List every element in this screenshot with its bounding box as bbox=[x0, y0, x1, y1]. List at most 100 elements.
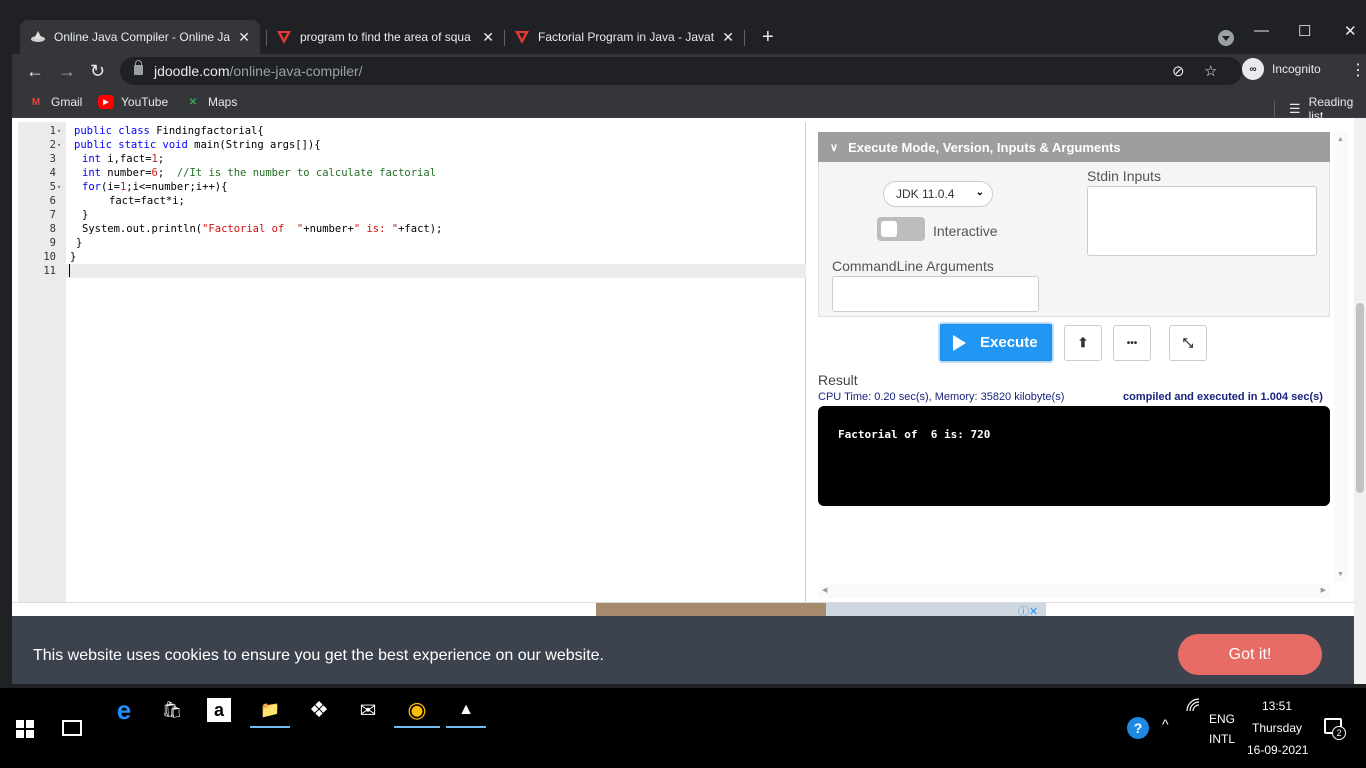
address-bar[interactable]: jdoodle.com/online-java-compiler/ ⊘ ☆ bbox=[120, 57, 1242, 85]
ad-close-icon[interactable]: ⓘ✕ bbox=[1018, 603, 1038, 616]
bookmark-gmail[interactable]: M Gmail bbox=[28, 95, 83, 109]
fold-arrow-icon[interactable]: ▾ bbox=[57, 138, 61, 152]
code-text: int number=6; //It is the number to calc… bbox=[82, 166, 436, 180]
lock-icon[interactable] bbox=[134, 60, 143, 75]
ad-image[interactable] bbox=[596, 603, 826, 616]
clock-time[interactable]: 13:51 bbox=[1262, 699, 1292, 713]
running-indicator bbox=[394, 726, 440, 728]
execution-panel: ∨ Execute Mode, Version, Inputs & Argume… bbox=[807, 118, 1343, 602]
windows-start-icon[interactable] bbox=[16, 720, 34, 738]
fold-arrow-icon[interactable]: ▾ bbox=[57, 180, 61, 194]
scroll-right-icon[interactable]: ▶ bbox=[1321, 586, 1326, 594]
tab-close-icon[interactable]: ✕ bbox=[238, 29, 250, 46]
page-scrollbar[interactable] bbox=[1354, 118, 1366, 688]
keyword: static bbox=[118, 139, 157, 151]
close-window-button[interactable]: ✕ bbox=[1344, 22, 1357, 40]
output-console[interactable]: Factorial of 6 is: 720 bbox=[818, 406, 1330, 506]
execute-button[interactable]: Execute bbox=[940, 324, 1052, 361]
edge-icon[interactable]: e bbox=[110, 695, 138, 725]
language-indicator[interactable]: ENG INTL bbox=[1209, 712, 1235, 746]
code-line[interactable]: 9 } bbox=[18, 236, 806, 250]
maximize-button[interactable]: ☐ bbox=[1298, 22, 1311, 40]
panel-vertical-scrollbar[interactable]: ▲ ▼ bbox=[1334, 132, 1348, 582]
task-view-icon[interactable] bbox=[62, 720, 82, 736]
keyword: class bbox=[118, 125, 150, 137]
keyword: public bbox=[74, 139, 112, 151]
more-options-button[interactable]: ••• bbox=[1113, 325, 1151, 361]
code-line[interactable]: 7 } bbox=[18, 208, 806, 222]
chrome-icon[interactable]: ◉ bbox=[403, 696, 431, 724]
code-line[interactable]: 1 ▾ public class Findingfactorial{ bbox=[18, 124, 806, 138]
tab-title: Online Java Compiler - Online Jav bbox=[54, 30, 231, 44]
bookmark-maps[interactable]: ✕ Maps bbox=[185, 95, 238, 109]
line-number: 7 bbox=[49, 209, 56, 221]
ad-image[interactable] bbox=[826, 603, 1046, 616]
code-text: System.out.println("Factorial of "+numbe… bbox=[82, 222, 442, 236]
settings-accordion-header[interactable]: ∨ Execute Mode, Version, Inputs & Argume… bbox=[818, 132, 1330, 162]
keyword: public bbox=[74, 125, 112, 137]
line-number: 3 bbox=[49, 153, 56, 165]
code-fragment: System.out.println( bbox=[82, 223, 203, 235]
code-text: } bbox=[82, 209, 89, 221]
photos-icon[interactable]: ▲ bbox=[452, 696, 480, 724]
dropbox-icon[interactable]: ❖ bbox=[305, 696, 333, 724]
code-line[interactable]: 6 fact=fact*i; bbox=[18, 194, 806, 208]
cmdline-args-input[interactable] bbox=[832, 276, 1039, 312]
stdin-input[interactable] bbox=[1087, 186, 1317, 256]
tab-title: Factorial Program in Java - Javatp bbox=[538, 30, 715, 44]
tab-search-icon[interactable] bbox=[1218, 30, 1234, 46]
browser-toolbar: ← → ↻ jdoodle.com/online-java-compiler/ … bbox=[12, 54, 1366, 88]
clock-day[interactable]: Thursday bbox=[1252, 721, 1302, 735]
tab-factorial-program[interactable]: Factorial Program in Java - Javatp ✕ bbox=[504, 20, 744, 54]
mail-icon[interactable]: ✉ bbox=[354, 696, 382, 724]
collapse-button[interactable]: ⤡ bbox=[1169, 325, 1207, 361]
tab-close-icon[interactable]: ✕ bbox=[722, 29, 734, 46]
upload-icon: ⬆ bbox=[1077, 335, 1089, 350]
scrollbar-thumb[interactable] bbox=[1356, 303, 1364, 493]
code-fragment: ;i<=number;i++){ bbox=[126, 181, 228, 193]
scroll-up-icon[interactable]: ▲ bbox=[1337, 136, 1344, 143]
tab-close-icon[interactable]: ✕ bbox=[482, 29, 494, 46]
code-editor[interactable]: 1 ▾ public class Findingfactorial{ 2 ▾ p… bbox=[18, 122, 806, 602]
panel-horizontal-scrollbar[interactable]: ◀ ▶ bbox=[818, 584, 1330, 598]
web-page: 1 ▾ public class Findingfactorial{ 2 ▾ p… bbox=[12, 118, 1366, 688]
tracking-off-icon[interactable]: ⊘ bbox=[1172, 62, 1185, 80]
jdk-version-select[interactable]: JDK 11.0.4 ⌄ bbox=[883, 181, 993, 207]
scroll-down-icon[interactable]: ▼ bbox=[1337, 571, 1344, 578]
bookmark-youtube[interactable]: ▶ YouTube bbox=[98, 95, 168, 109]
forward-button[interactable]: → bbox=[58, 61, 76, 81]
back-button[interactable]: ← bbox=[26, 61, 44, 81]
wifi-icon[interactable] bbox=[1186, 698, 1200, 715]
code-line-current[interactable]: 11 bbox=[18, 264, 806, 278]
store-icon[interactable]: 🛍 bbox=[158, 696, 186, 724]
upload-file-button[interactable]: ⬆ bbox=[1064, 325, 1102, 361]
interactive-toggle[interactable] bbox=[877, 217, 925, 241]
minimize-button[interactable]: — bbox=[1254, 22, 1269, 39]
reload-button[interactable]: ↻ bbox=[90, 61, 105, 81]
code-line[interactable]: 10 } bbox=[18, 250, 806, 264]
code-line[interactable]: 4 int number=6; //It is the number to ca… bbox=[18, 166, 806, 180]
code-line[interactable]: 8 System.out.println("Factorial of "+num… bbox=[18, 222, 806, 236]
file-explorer-icon[interactable]: 📁 bbox=[256, 696, 284, 724]
clock-date[interactable]: 16-09-2021 bbox=[1247, 743, 1308, 757]
help-icon[interactable]: ? bbox=[1127, 717, 1149, 739]
code-line[interactable]: 3 int i,fact=1; bbox=[18, 152, 806, 166]
fold-arrow-icon[interactable]: ▾ bbox=[57, 124, 61, 138]
incognito-indicator[interactable]: ∞ Incognito bbox=[1242, 58, 1321, 80]
tab-jdoodle[interactable]: Online Java Compiler - Online Jav ✕ bbox=[20, 20, 260, 54]
show-hidden-icons[interactable]: ^ bbox=[1162, 716, 1169, 732]
tab-area-of-square[interactable]: program to find the area of squa ✕ bbox=[266, 20, 504, 54]
scroll-left-icon[interactable]: ◀ bbox=[822, 586, 827, 594]
new-tab-button[interactable]: + bbox=[762, 27, 774, 47]
code-line[interactable]: 2 ▾ public static void main(String args[… bbox=[18, 138, 806, 152]
code-line[interactable]: 5 ▾ for(i=1;i<=number;i++){ bbox=[18, 180, 806, 194]
ad-banner[interactable]: ⓘ✕ bbox=[12, 602, 1354, 616]
code-fragment: ; bbox=[157, 167, 177, 179]
browser-menu-icon[interactable]: ⋮ bbox=[1350, 60, 1366, 80]
url-text[interactable]: jdoodle.com/online-java-compiler/ bbox=[154, 63, 363, 79]
cookie-accept-button[interactable]: Got it! bbox=[1178, 634, 1322, 675]
bookmark-star-icon[interactable]: ☆ bbox=[1204, 62, 1217, 80]
cookie-message: This website uses cookies to ensure you … bbox=[33, 647, 604, 664]
amazon-icon[interactable]: a bbox=[207, 698, 231, 722]
reading-list-icon: ☰ bbox=[1288, 101, 1301, 116]
